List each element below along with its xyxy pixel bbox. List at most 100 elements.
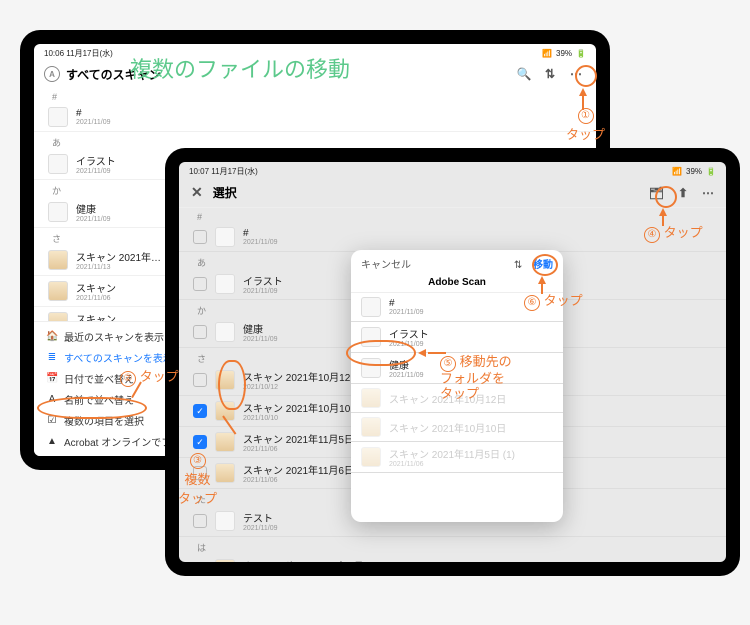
folder-icon [48, 107, 68, 127]
sort-icon[interactable]: ⇅ [540, 64, 560, 84]
folder-icon [48, 154, 68, 174]
checkbox[interactable]: ✓ [193, 404, 207, 418]
step3-ellipse [218, 360, 246, 410]
modal-row[interactable]: # 2021/11/09 [351, 293, 563, 322]
app-icon: A [44, 66, 60, 82]
battery-icon: 🔋 [706, 167, 716, 176]
item-name: テスト [243, 510, 278, 525]
item-name: # [76, 108, 111, 119]
item-date: 2021/10/10 [243, 415, 360, 422]
item-name: スキャン 2021年… [76, 249, 161, 264]
menu-icon: ▲ [46, 436, 58, 447]
doc-icon [361, 417, 381, 437]
menu-icon: 🏠 [46, 331, 58, 342]
doc-icon [361, 388, 381, 408]
section-letter: # [34, 88, 596, 102]
item-date: 2021/10/12 [243, 384, 360, 391]
item-name: スキャン 2021年10月12日 [389, 391, 506, 406]
item-name: # [243, 228, 278, 239]
checkbox[interactable] [193, 373, 207, 387]
share-icon[interactable]: ⬆ [678, 186, 688, 200]
menu-label: 日付で並べ替え [64, 371, 134, 386]
cancel-button[interactable]: キャンセル [361, 256, 411, 271]
menu-icon: ≣ [46, 352, 58, 363]
time: 10:07 [189, 167, 209, 176]
date: 11月17日(水) [211, 167, 258, 176]
item-date: 2021/11/09 [243, 525, 278, 532]
modal-sort-icon[interactable]: ⇅ [514, 260, 522, 271]
menu-icon: 📅 [46, 373, 58, 384]
menu-label: すべてのスキャンを表示 [64, 350, 173, 365]
battery-pct: 39% [556, 49, 572, 58]
checkbox[interactable] [193, 514, 207, 528]
step5-ellipse [346, 340, 416, 366]
item-date: 2021/11/06 [243, 477, 354, 484]
step2-ellipse [37, 397, 147, 419]
checkbox[interactable] [193, 466, 207, 480]
ipad-front: 10:07 11月17日(水) 📶 39% 🔋 ✕ 選択 🗂 ⬆ ⋯ # # 2… [165, 148, 740, 576]
step4-circle [655, 186, 677, 208]
close-icon[interactable]: ✕ [191, 184, 203, 201]
folder-icon [215, 227, 235, 247]
section-letter: は [179, 537, 726, 554]
more-icon[interactable]: ⋯ [702, 186, 714, 200]
checkbox[interactable] [193, 277, 207, 291]
item-date: 2021/11/09 [76, 216, 111, 223]
menu-label: 最近のスキャンを表示 [64, 329, 164, 344]
date: 11月17日(水) [66, 49, 113, 58]
item-name: スキャン 2021年11月5日 (1) [389, 446, 515, 461]
selectable-row[interactable]: ホワイトボード 2021年9月26日 2021/11/06 [179, 554, 726, 562]
folder-icon [48, 202, 68, 222]
item-date: 2021/11/09 [76, 168, 116, 175]
step1-circle [575, 65, 597, 87]
item-name: # [389, 298, 424, 309]
item-date: 2021/11/06 [389, 461, 515, 468]
item-date: 2021/11/13 [76, 264, 161, 271]
wifi-icon: 📶 [542, 49, 552, 58]
item-name: イラスト [243, 273, 283, 288]
folder-icon [361, 297, 381, 317]
modal-row: スキャン 2021年10月10日 [351, 413, 563, 442]
wifi-icon: 📶 [672, 167, 682, 176]
screen-front: 10:07 11月17日(水) 📶 39% 🔋 ✕ 選択 🗂 ⬆ ⋯ # # 2… [179, 162, 726, 562]
item-name: 健康 [243, 321, 278, 336]
folder-icon [215, 322, 235, 342]
checkbox[interactable]: ✓ [193, 435, 207, 449]
item-name: スキャン 2021年10月10日 [243, 400, 360, 415]
item-date: 2021/11/06 [76, 295, 116, 302]
step6-circle [532, 254, 558, 276]
item-name: スキャン 2021年10月10日 [389, 420, 506, 435]
checkbox[interactable] [193, 325, 207, 339]
item-name: スキャン 2021年10月12日 [243, 369, 360, 384]
item-name: イラスト [389, 326, 429, 341]
page-title: すべてのスキャン [66, 66, 161, 83]
list-item[interactable]: # 2021/11/09 [34, 102, 596, 132]
time: 10:06 [44, 49, 64, 58]
item-date: 2021/11/09 [389, 372, 424, 379]
section-letter: あ [34, 132, 596, 149]
doc-icon [48, 250, 68, 270]
search-icon[interactable]: 🔍 [514, 64, 534, 84]
doc-icon [215, 463, 235, 483]
modal-row: スキャン 2021年11月5日 (1) 2021/11/06 [351, 442, 563, 473]
item-name: スキャン 2021年11月6日 [243, 462, 354, 477]
checkbox[interactable] [193, 230, 207, 244]
doc-icon [48, 281, 68, 301]
selectable-row[interactable]: # 2021/11/09 [179, 222, 726, 252]
statusbar: 10:07 11月17日(水) 📶 39% 🔋 [179, 162, 726, 178]
item-date: 2021/11/09 [243, 239, 278, 246]
doc-icon [215, 432, 235, 452]
statusbar: 10:06 11月17日(水) 📶 39% 🔋 [34, 44, 596, 60]
item-date: 2021/11/09 [389, 309, 424, 316]
item-name: イラスト [76, 153, 116, 168]
item-date: 2021/11/09 [243, 288, 283, 295]
battery-pct: 39% [686, 167, 702, 176]
move-modal: キャンセル ⇅ 移動 Adobe Scan # 2021/11/09 イラスト … [351, 250, 563, 522]
modal-folder-list: # 2021/11/09 イラスト 2021/11/09 健康 2021/11/… [351, 293, 563, 473]
item-name: スキャン [76, 280, 116, 295]
modal-row: スキャン 2021年10月12日 [351, 384, 563, 413]
battery-icon: 🔋 [576, 49, 586, 58]
item-name: 健康 [76, 201, 111, 216]
modal-title: Adobe Scan [351, 277, 563, 293]
item-date: 2021/11/09 [76, 119, 111, 126]
